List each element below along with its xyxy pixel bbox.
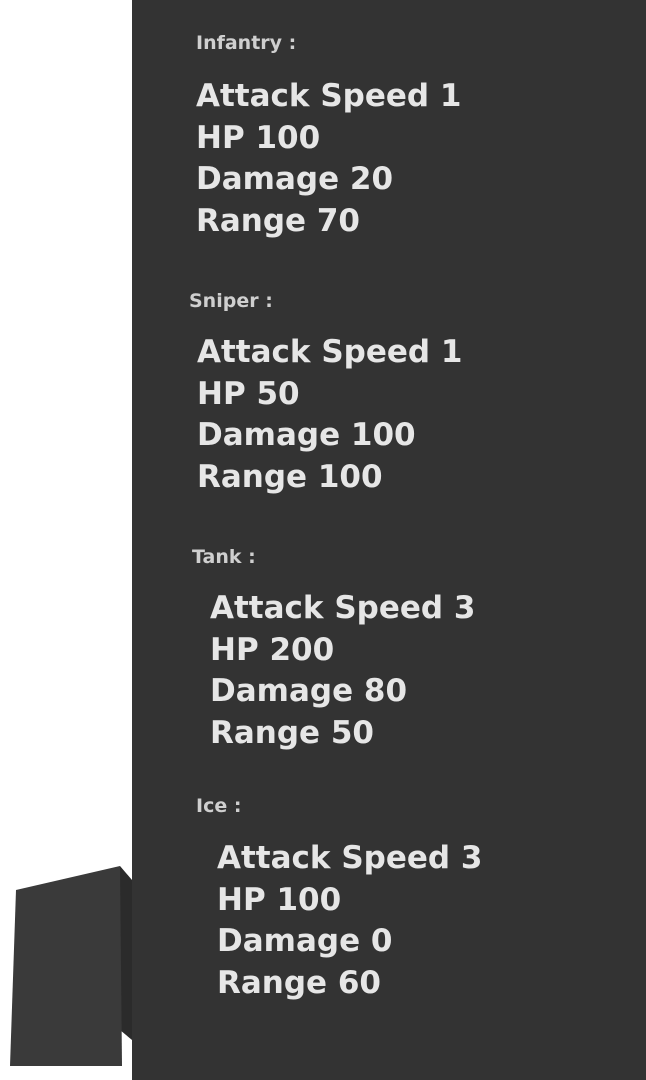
building-block [10,866,132,1066]
damage-stat: Damage 20 [196,161,394,197]
unit-card-ice: Ice : Attack Speed 3 HP 100 Damage 0 Ran… [196,795,482,1004]
unit-stats: Attack Speed 1 HP 50 Damage 100 Range 10… [197,332,462,498]
attack-speed-stat: Attack Speed 1 [196,78,462,114]
damage-stat: Damage 100 [197,417,416,453]
unit-stats: Attack Speed 3 HP 100 Damage 0 Range 60 [217,838,482,1004]
unit-title: Ice : [196,795,242,817]
attack-speed-stat: Attack Speed 3 [210,590,476,626]
damage-stat: Damage 80 [210,673,408,709]
unit-stats-panel: Infantry : Attack Speed 1 HP 100 Damage … [132,0,646,1080]
range-stat: Range 50 [210,714,375,751]
hp-stat: HP 100 [196,119,321,156]
unit-title: Tank : [192,546,256,568]
damage-stat: Damage 0 [217,923,393,959]
attack-speed-stat: Attack Speed 3 [217,840,483,876]
unit-card-infantry: Infantry : Attack Speed 1 HP 100 Damage … [196,32,461,242]
block-side-face [120,866,132,1040]
unit-title: Sniper : [189,290,273,312]
unit-stats: Attack Speed 3 HP 200 Damage 80 Range 50 [210,588,475,754]
attack-speed-stat: Attack Speed 1 [197,334,463,370]
unit-title: Infantry : [196,32,297,54]
block-front-face [10,866,122,1066]
range-stat: Range 60 [217,964,382,1001]
unit-card-sniper: Sniper : Attack Speed 1 HP 50 Damage 100… [189,290,462,498]
unit-stats: Attack Speed 1 HP 100 Damage 20 Range 70 [196,76,461,242]
range-stat: Range 70 [196,202,361,239]
range-stat: Range 100 [197,458,383,495]
game-viewport: Infantry : Attack Speed 1 HP 100 Damage … [0,0,646,1080]
hp-stat: HP 200 [210,631,335,668]
hp-stat: HP 100 [217,881,342,918]
hp-stat: HP 50 [197,375,300,412]
unit-card-tank: Tank : Attack Speed 3 HP 200 Damage 80 R… [192,546,475,754]
